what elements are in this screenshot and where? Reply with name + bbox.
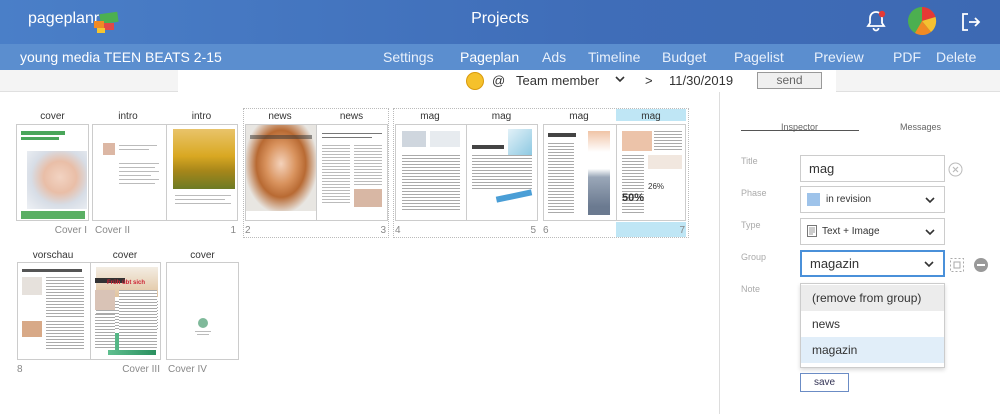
phase-swatch — [807, 193, 820, 206]
send-button[interactable]: send — [757, 72, 822, 89]
logout-icon[interactable] — [958, 10, 982, 34]
dropdown-item-news[interactable]: news — [801, 311, 944, 337]
cover3-headline: Früh übt sich — [107, 280, 145, 286]
page-number-8: 8 — [17, 364, 23, 375]
page-number-cover2: Cover II — [95, 225, 131, 236]
page-number-cover1: Cover I — [54, 225, 87, 236]
page-number-3: 3 — [380, 225, 386, 236]
nav-delete[interactable]: Delete — [936, 49, 976, 65]
group-value: magazin — [810, 256, 860, 271]
text-image-icon — [807, 225, 817, 237]
page-title-cover3: cover — [112, 250, 138, 261]
page-number-7: 7 — [679, 225, 685, 236]
page-title-p2: news — [268, 111, 292, 122]
group-dropdown: (remove from group) news magazin — [800, 283, 945, 368]
tab-underline — [741, 130, 859, 131]
tab-messages[interactable]: Messages — [900, 122, 941, 132]
nav-pageplan[interactable]: Pageplan — [460, 49, 519, 65]
page-thumb-intro[interactable] — [92, 124, 238, 221]
label-type: Type — [741, 220, 761, 230]
save-button[interactable]: save — [800, 373, 849, 392]
type-value: Text + Image — [822, 226, 880, 237]
filter-panel — [178, 70, 836, 92]
greater-than-symbol: > — [645, 73, 653, 88]
page-number-cover4: Cover IV — [168, 364, 207, 375]
page-title: Projects — [471, 10, 529, 27]
nav-ads[interactable]: Ads — [542, 49, 566, 65]
nav-bar: young media TEEN BEATS 2-15 Settings Pag… — [0, 44, 1000, 70]
chevron-down-icon — [925, 229, 935, 236]
page-title-cover2: intro — [118, 111, 138, 122]
progress-pie-icon[interactable] — [907, 6, 937, 36]
nav-budget[interactable]: Budget — [662, 49, 706, 65]
chevron-down-icon[interactable] — [614, 73, 626, 85]
dropdown-item-magazin[interactable]: magazin — [801, 337, 944, 363]
page-number-5: 5 — [530, 225, 536, 236]
at-symbol: @ — [492, 73, 506, 88]
date-field[interactable]: 11/30/2019 — [669, 73, 733, 88]
percent-label-1: 26% — [648, 182, 665, 191]
page-number-cover3: Cover III — [122, 364, 160, 375]
page-title-p4: mag — [420, 111, 440, 122]
nav-settings[interactable]: Settings — [383, 49, 434, 65]
page-number-6: 6 — [543, 225, 549, 236]
label-title: Title — [741, 156, 758, 166]
label-group: Group — [741, 252, 767, 262]
page-number-1: 1 — [230, 225, 236, 236]
nav-preview[interactable]: Preview — [814, 49, 864, 65]
nav-pdf[interactable]: PDF — [893, 49, 921, 65]
page-number-4: 4 — [395, 225, 401, 236]
page-title-p8: vorschau — [32, 250, 74, 261]
page-title-cover1: cover — [40, 111, 65, 122]
filter-bar: @ Team member > 11/30/2019 send — [0, 70, 1000, 92]
remove-group-icon[interactable] — [973, 257, 989, 273]
page-title-p3: news — [339, 111, 364, 122]
page-title-p1: intro — [191, 111, 212, 122]
page-title-p5: mag — [491, 111, 512, 122]
page-thumb-cover3[interactable] — [89, 262, 161, 360]
phase-value: in revision — [826, 194, 872, 205]
clear-title-icon[interactable] — [948, 162, 963, 177]
title-input[interactable]: mag — [800, 155, 945, 182]
page-thumb-cover4[interactable] — [166, 262, 239, 360]
type-select[interactable]: Text + Image — [800, 218, 945, 245]
page-thumb-mag-b[interactable] — [543, 124, 686, 221]
dropdown-item-remove[interactable]: (remove from group) — [801, 285, 944, 311]
label-phase: Phase — [741, 188, 767, 198]
nav-timeline[interactable]: Timeline — [588, 49, 640, 65]
group-select[interactable]: magazin — [800, 250, 945, 277]
page-title-p6: mag — [569, 111, 589, 122]
page-thumb-cover1[interactable] — [16, 124, 89, 221]
bell-icon[interactable] — [864, 9, 888, 33]
page-title-cover4: cover — [190, 250, 215, 261]
page-thumb-mag-a[interactable] — [395, 124, 538, 221]
project-name: young media TEEN BEATS 2-15 — [20, 49, 222, 65]
percent-label-2: 50% — [622, 192, 645, 204]
phase-select[interactable]: in revision — [800, 186, 945, 213]
page-thumb-news[interactable] — [245, 124, 388, 221]
group-target-icon[interactable] — [949, 257, 965, 273]
chevron-down-icon — [924, 261, 934, 268]
label-note: Note — [741, 284, 761, 294]
nav-pagelist[interactable]: Pagelist — [734, 49, 784, 65]
top-bar: pageplanr Projects — [0, 0, 1000, 44]
smiley-icon[interactable] — [466, 72, 484, 90]
page-title-p7: mag — [641, 111, 661, 122]
chevron-down-icon — [925, 197, 935, 204]
page-number-2: 2 — [245, 225, 251, 236]
